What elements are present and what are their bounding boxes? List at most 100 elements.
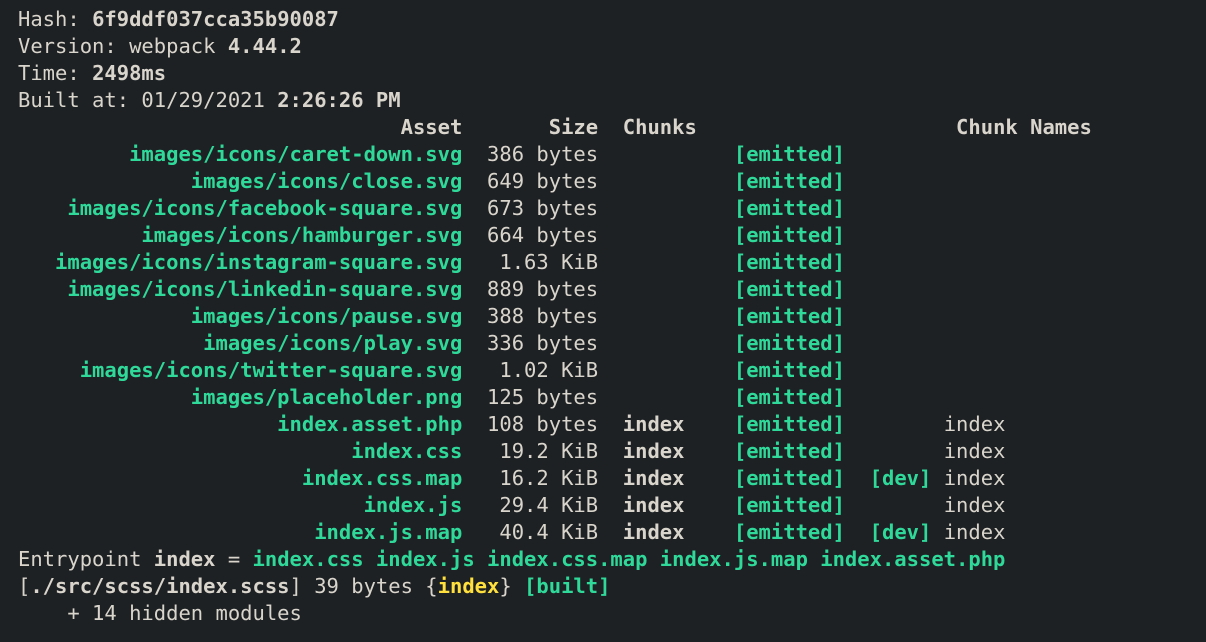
time-label: Time:	[18, 61, 92, 85]
emitted-tag: [emitted]	[722, 331, 845, 355]
asset-name: images/icons/facebook-square.svg	[18, 196, 462, 220]
asset-name: images/icons/twitter-square.svg	[18, 358, 462, 382]
asset-size: 1.63 KiB	[462, 250, 598, 274]
terminal-line: images/icons/facebook-square.svg 673 byt…	[18, 195, 1206, 222]
dev-tag: [dev]	[870, 520, 944, 544]
built-value: 2:26:26 PM	[277, 88, 400, 112]
col-chunk-names: Chunk Names	[944, 115, 1092, 139]
entrypoint-files: index.css index.js index.css.map index.j…	[253, 547, 1006, 571]
asset-chunks	[623, 277, 722, 301]
asset-chunks	[623, 358, 722, 382]
asset-name: index.js.map	[18, 520, 462, 544]
version-label: Version: webpack	[18, 34, 228, 58]
entrypoint-name: index	[154, 547, 216, 571]
terminal-line: index.css.map 16.2 KiB index [emitted] […	[18, 465, 1206, 492]
emitted-tag: [emitted]	[722, 439, 845, 463]
col-size: Size	[462, 115, 598, 139]
terminal-line: index.asset.php 108 bytes index [emitted…	[18, 411, 1206, 438]
terminal-line: images/placeholder.png 125 bytes [emitte…	[18, 384, 1206, 411]
emitted-tag: [emitted]	[722, 196, 845, 220]
version-value: 4.44.2	[228, 34, 302, 58]
asset-chunk-names: index	[944, 520, 1006, 544]
asset-size: 388 bytes	[462, 304, 598, 328]
emitted-tag: [emitted]	[722, 277, 845, 301]
emitted-tag: [emitted]	[722, 520, 845, 544]
module-path: ./src/scss/index.scss	[30, 574, 289, 598]
asset-chunks	[623, 385, 722, 409]
terminal-line: images/icons/hamburger.svg 664 bytes [em…	[18, 222, 1206, 249]
terminal-line: Entrypoint index = index.css index.js in…	[18, 546, 1206, 573]
col-dev-space	[845, 115, 944, 139]
asset-size: 386 bytes	[462, 142, 598, 166]
col-status-space	[722, 115, 845, 139]
terminal-line: images/icons/play.svg 336 bytes [emitted…	[18, 330, 1206, 357]
asset-size: 29.4 KiB	[462, 493, 598, 517]
terminal-line: index.css 19.2 KiB index [emitted] index	[18, 438, 1206, 465]
rbrace: }	[499, 574, 524, 598]
asset-size: 336 bytes	[462, 331, 598, 355]
terminal-line: Hash: 6f9ddf037cca35b90087	[18, 6, 1206, 33]
module-chunk: index	[438, 574, 500, 598]
asset-chunks: index	[623, 493, 722, 517]
asset-size: 108 bytes	[462, 412, 598, 436]
asset-chunks: index	[623, 520, 722, 544]
terminal-line: Version: webpack 4.44.2	[18, 33, 1206, 60]
equals: =	[215, 547, 252, 571]
hash-value: 6f9ddf037cca35b90087	[92, 7, 339, 31]
asset-chunk-names: index	[944, 493, 1006, 517]
hidden-modules: + 14 hidden modules	[18, 601, 302, 625]
terminal-line: + 14 hidden modules	[18, 600, 1206, 627]
asset-name: images/icons/close.svg	[18, 169, 462, 193]
asset-chunks: index	[623, 412, 722, 436]
emitted-tag: [emitted]	[722, 223, 845, 247]
terminal-line: Built at: 01/29/2021 2:26:26 PM	[18, 87, 1206, 114]
asset-name: index.js	[18, 493, 462, 517]
asset-chunk-names: index	[944, 412, 1006, 436]
emitted-tag: [emitted]	[722, 466, 845, 490]
asset-name: images/icons/instagram-square.svg	[18, 250, 462, 274]
asset-size: 19.2 KiB	[462, 439, 598, 463]
terminal-line: images/icons/pause.svg 388 bytes [emitte…	[18, 303, 1206, 330]
terminal-line: index.js 29.4 KiB index [emitted] index	[18, 492, 1206, 519]
asset-chunks: index	[623, 466, 722, 490]
asset-name: index.css	[18, 439, 462, 463]
asset-name: images/placeholder.png	[18, 385, 462, 409]
emitted-tag: [emitted]	[722, 493, 845, 517]
emitted-tag: [emitted]	[722, 304, 845, 328]
asset-size: 16.2 KiB	[462, 466, 598, 490]
emitted-tag: [emitted]	[722, 385, 845, 409]
terminal-line: Time: 2498ms	[18, 60, 1206, 87]
asset-chunks	[623, 331, 722, 355]
terminal-line: images/icons/close.svg 649 bytes [emitte…	[18, 168, 1206, 195]
terminal-line: images/icons/caret-down.svg 386 bytes [e…	[18, 141, 1206, 168]
asset-name: index.asset.php	[18, 412, 462, 436]
bracket: ]	[290, 574, 302, 598]
asset-chunks	[623, 223, 722, 247]
emitted-tag: [emitted]	[722, 142, 845, 166]
asset-name: images/icons/hamburger.svg	[18, 223, 462, 247]
asset-size: 673 bytes	[462, 196, 598, 220]
emitted-tag: [emitted]	[722, 412, 845, 436]
entrypoint-label: Entrypoint	[18, 547, 154, 571]
asset-chunk-names: index	[944, 466, 1006, 490]
asset-name: images/icons/caret-down.svg	[18, 142, 462, 166]
terminal-line: images/icons/instagram-square.svg 1.63 K…	[18, 249, 1206, 276]
asset-chunks	[623, 250, 722, 274]
asset-name: images/icons/play.svg	[18, 331, 462, 355]
bracket: [	[18, 574, 30, 598]
asset-chunks	[623, 196, 722, 220]
asset-chunk-names: index	[944, 439, 1006, 463]
asset-chunks	[623, 142, 722, 166]
dev-tag: [dev]	[870, 466, 944, 490]
hash-label: Hash:	[18, 7, 92, 31]
asset-size: 1.02 KiB	[462, 358, 598, 382]
emitted-tag: [emitted]	[722, 169, 845, 193]
col-chunks: Chunks	[623, 115, 722, 139]
time-value: 2498ms	[92, 61, 166, 85]
asset-size: 664 bytes	[462, 223, 598, 247]
terminal-line: images/icons/twitter-square.svg 1.02 KiB…	[18, 357, 1206, 384]
terminal-line: images/icons/linkedin-square.svg 889 byt…	[18, 276, 1206, 303]
terminal-line: index.js.map 40.4 KiB index [emitted] [d…	[18, 519, 1206, 546]
asset-name: images/icons/linkedin-square.svg	[18, 277, 462, 301]
terminal-line: Asset Size Chunks Chunk Names	[18, 114, 1206, 141]
